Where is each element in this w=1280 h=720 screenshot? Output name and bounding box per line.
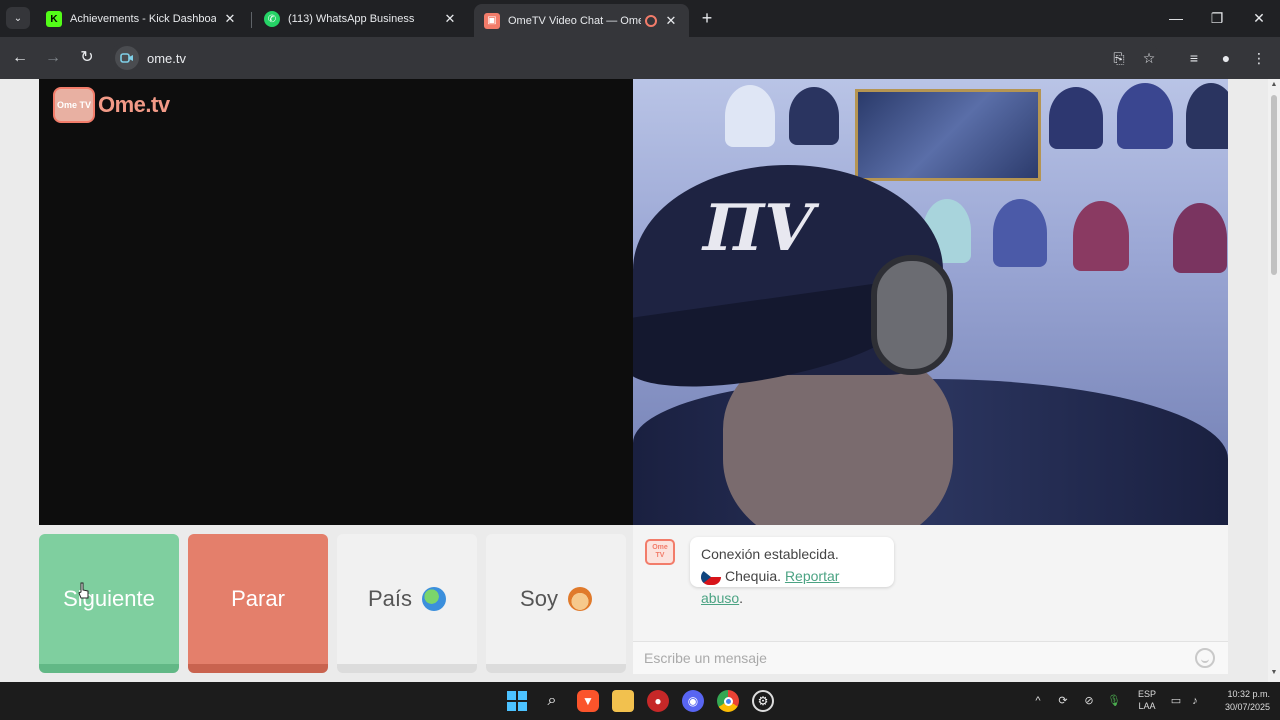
report-suffix: . — [739, 590, 744, 606]
gender-button[interactable]: Soy — [486, 534, 626, 673]
country-button[interactable]: País — [337, 534, 477, 673]
recorder-app-icon[interactable]: ● — [647, 690, 669, 712]
discord-icon[interactable]: ◉ — [682, 690, 704, 712]
page-scrollbar[interactable]: ▲ ▼ — [1268, 79, 1280, 682]
whatsapp-icon: ✆ — [264, 11, 280, 27]
cap-decoration — [789, 87, 839, 145]
media-control-icon[interactable]: ≡ — [1183, 47, 1205, 69]
search-icon[interactable]: ⌕ — [541, 690, 563, 712]
network-off-icon[interactable]: ⊘ — [1080, 692, 1098, 710]
system-clock[interactable]: 10:32 p.m. 30/07/2025 — [1210, 688, 1270, 714]
windows-start-icon[interactable] — [506, 690, 528, 712]
brave-browser-icon[interactable]: ▼ — [577, 690, 599, 712]
clock-time: 10:32 p.m. — [1227, 689, 1270, 699]
forward-arrow-icon[interactable]: → — [42, 47, 64, 69]
windows-taskbar: ⌕ ▼ ● ◉ ⚙ ^ ⟳ ⊘ 🎙︎ ESP LAA ▭ ♪ 10:32 p.m… — [0, 682, 1280, 720]
stop-label: Parar — [231, 586, 285, 611]
tab-title: Achievements - Kick Dashboard — [70, 13, 216, 25]
bookmark-star-icon[interactable]: ☆ — [1138, 47, 1160, 69]
czech-flag-icon — [701, 569, 721, 586]
lang-bottom: LAA — [1138, 701, 1156, 711]
partner-video: Ome TV Ome.tv — [39, 79, 633, 525]
new-tab-plus-icon[interactable]: + — [697, 8, 717, 28]
cap-decoration — [725, 85, 775, 147]
tray-chevron-icon[interactable]: ^ — [1029, 692, 1047, 710]
connection-status: Conexión establecida. — [701, 546, 839, 562]
cap-decoration — [1073, 201, 1129, 271]
logo-text: Ome.tv — [98, 92, 170, 117]
stop-button[interactable]: Parar — [188, 534, 328, 673]
file-explorer-icon[interactable] — [612, 690, 634, 712]
cap-decoration — [1117, 83, 1173, 149]
menu-dots-icon[interactable]: ⋮ — [1248, 47, 1270, 69]
clock-date: 30/07/2025 — [1224, 702, 1270, 712]
system-message: Conexión establecida. Chequia. Reportar … — [690, 537, 894, 606]
microphone-icon[interactable]: 🎙︎ — [1105, 692, 1123, 710]
profile-avatar-icon[interactable]: ● — [1215, 47, 1237, 69]
cap-decoration — [1049, 87, 1103, 149]
cap-decoration — [1186, 83, 1228, 149]
globe-icon — [422, 587, 447, 611]
boy-face-icon — [567, 587, 592, 611]
scrollbar-thumb[interactable] — [1271, 95, 1277, 275]
message-input[interactable] — [633, 642, 1173, 674]
ometv-chat-logo-icon: Ome TV — [645, 539, 675, 565]
site-info-icon[interactable] — [115, 46, 139, 70]
close-icon[interactable]: ✕ — [222, 11, 238, 27]
cap-logo: ΠV — [695, 191, 822, 266]
country-label: País — [367, 586, 413, 611]
close-icon[interactable]: ✕ — [663, 13, 679, 29]
dollar-poster — [855, 89, 1041, 181]
lang-top: ESP — [1137, 689, 1156, 699]
display-icon[interactable]: ▭ — [1167, 692, 1185, 710]
cap-decoration — [1173, 203, 1227, 273]
recording-icon — [645, 14, 657, 27]
chat-panel: Ome TV Conexión establecida. Chequia. Re… — [633, 525, 1228, 674]
ometv-logo: Ome TV Ome.tv — [53, 87, 170, 123]
reload-icon[interactable]: ↻ — [76, 47, 98, 69]
kick-icon: K — [46, 11, 62, 27]
address-bar[interactable]: ome.tv — [110, 42, 1160, 74]
back-arrow-icon[interactable]: ← — [9, 47, 31, 69]
tab-title: OmeTV Video Chat — Omegle R — [508, 14, 641, 27]
next-label: Siguiente — [63, 586, 155, 611]
country-name: Chequia. — [725, 568, 782, 584]
hand-cursor-icon — [78, 582, 89, 599]
scroll-up-icon[interactable]: ▲ — [1270, 81, 1278, 88]
tab-ometv[interactable]: ▣ OmeTV Video Chat — Omegle R ✕ — [474, 4, 689, 37]
browser-toolbar: ← → ↻ ome.tv ⎘ ☆ ≡ ● ⋮ — [0, 37, 1280, 79]
self-video: ΠV — [633, 79, 1228, 525]
cast-icon[interactable]: ⎘ — [1108, 47, 1130, 69]
emoji-smile-icon[interactable] — [1195, 648, 1215, 668]
window-close-icon[interactable]: ✕ — [1247, 8, 1271, 28]
tv-logo-icon: Ome TV — [53, 87, 95, 123]
language-indicator[interactable]: ESP LAA — [1134, 688, 1160, 712]
country-line: Chequia. Reportar abuso. — [701, 565, 883, 609]
restore-icon[interactable]: ❐ — [1205, 8, 1229, 28]
message-input-bar — [633, 641, 1228, 674]
tab-search-chevron-icon[interactable]: ⌄ — [6, 7, 30, 29]
close-icon[interactable]: ✕ — [442, 11, 458, 27]
tab-kick[interactable]: K Achievements - Kick Dashboard ✕ — [36, 4, 248, 34]
tab-separator — [251, 12, 252, 28]
chrome-icon[interactable] — [717, 690, 739, 712]
gender-label: Soy — [520, 586, 558, 611]
minimize-icon[interactable]: — — [1164, 8, 1188, 28]
next-button[interactable]: Siguiente — [39, 534, 179, 673]
sync-icon[interactable]: ⟳ — [1054, 692, 1072, 710]
tab-title: (113) WhatsApp Business — [288, 13, 415, 25]
headphones — [871, 255, 953, 375]
volume-icon[interactable]: ♪ — [1186, 692, 1204, 710]
url-text: ome.tv — [147, 50, 187, 66]
ometv-icon: ▣ — [484, 12, 500, 29]
tab-strip: ⌄ K Achievements - Kick Dashboard ✕ ✆ (1… — [0, 0, 1280, 37]
cap-decoration — [993, 199, 1047, 267]
tab-whatsapp[interactable]: ✆ (113) WhatsApp Business ✕ — [254, 4, 468, 34]
scroll-down-icon[interactable]: ▼ — [1270, 669, 1278, 676]
ometv-page: Ome TV Ome.tv ΠV Siguiente Parar País So… — [0, 79, 1268, 682]
settings-gear-icon[interactable]: ⚙ — [752, 690, 774, 712]
